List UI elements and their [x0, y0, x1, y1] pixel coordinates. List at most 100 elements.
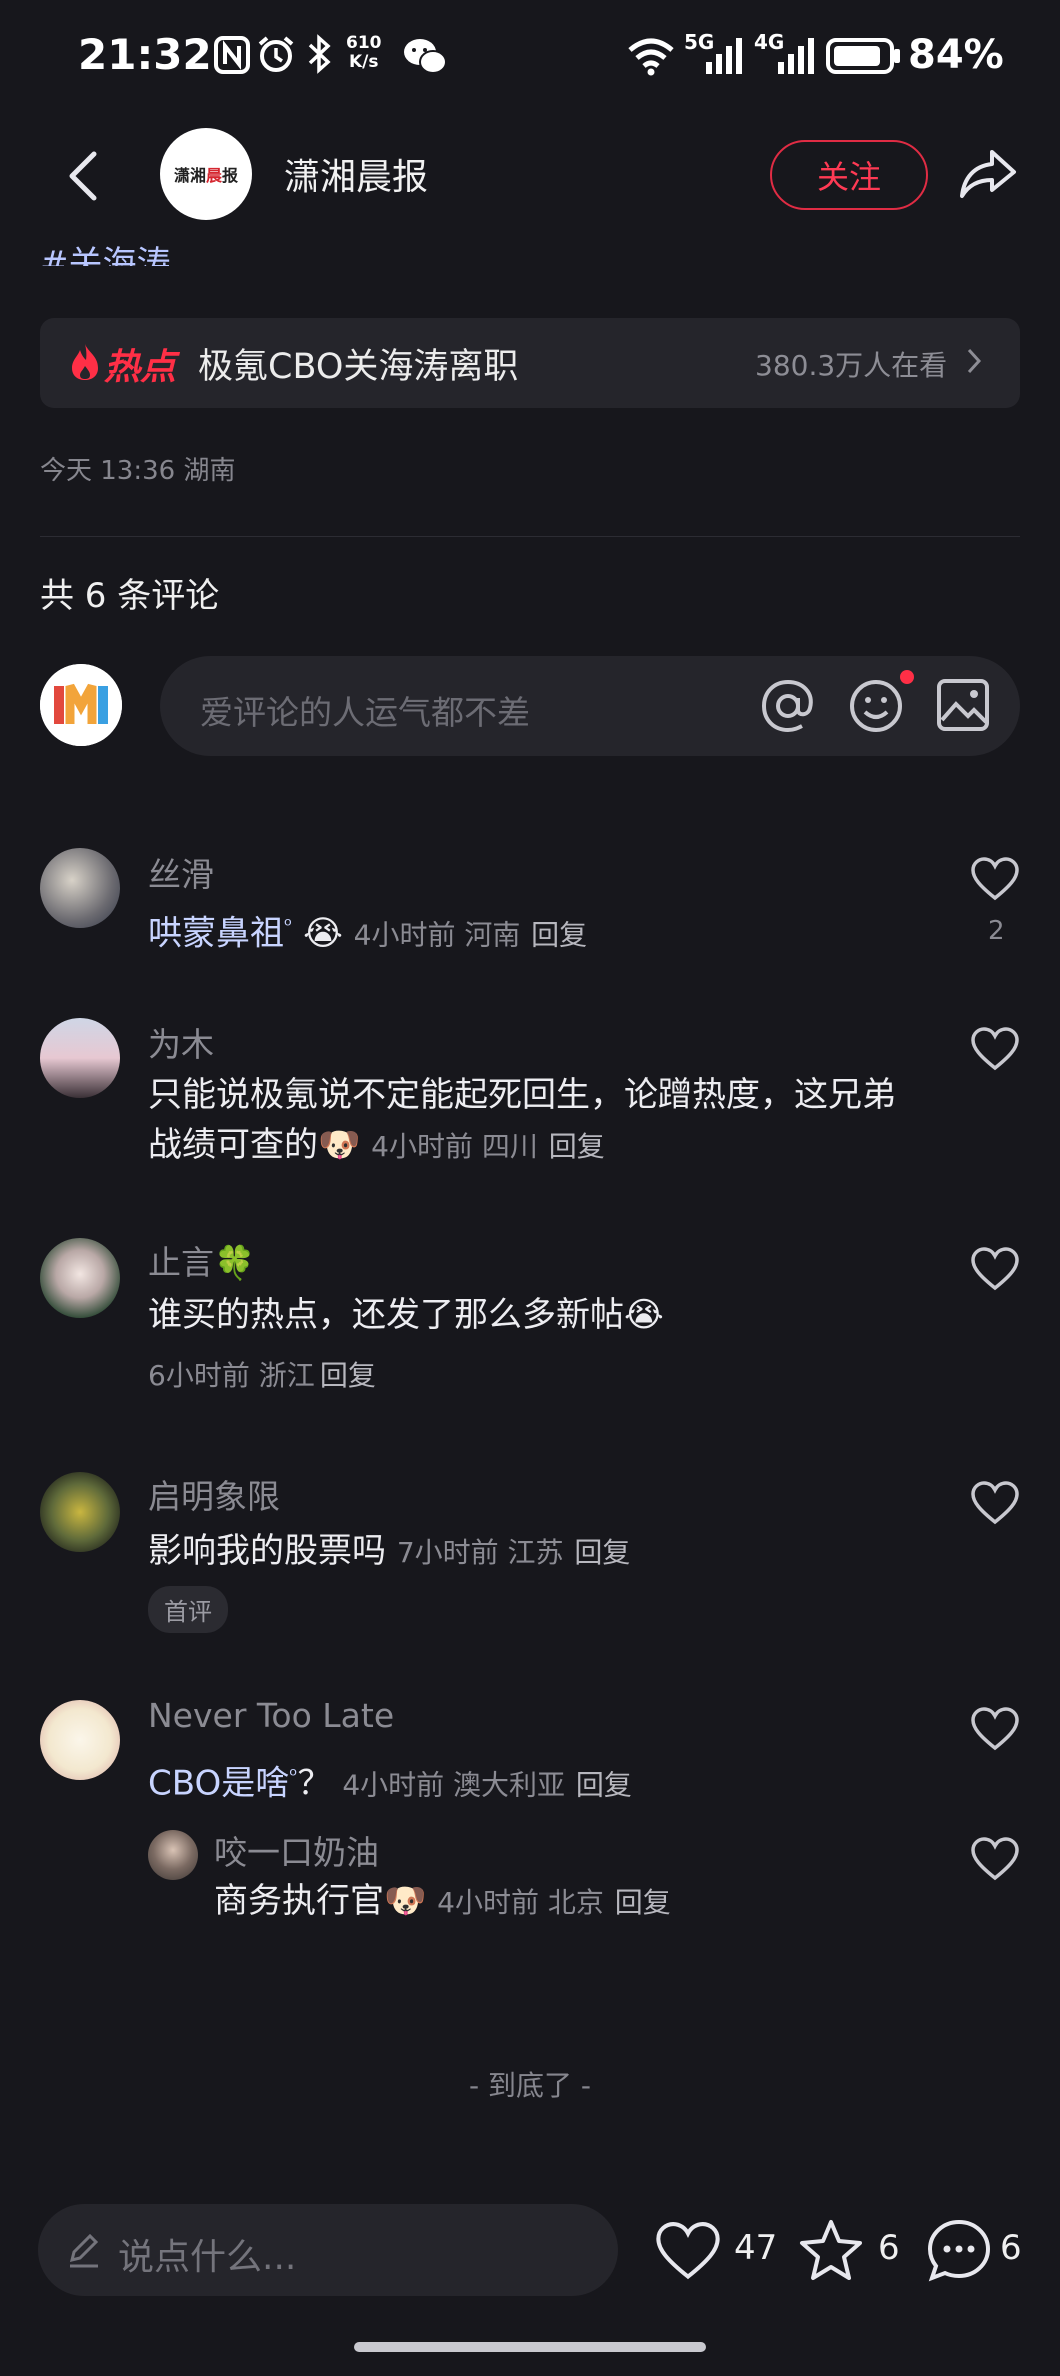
comment-text: 影响我的股票吗 7小时前 江苏 回复	[148, 1526, 630, 1578]
alarm-icon	[258, 36, 294, 72]
heart-icon[interactable]	[970, 856, 1020, 902]
home-indicator[interactable]	[354, 2342, 706, 2352]
comment-author[interactable]: 为木	[148, 1018, 214, 1066]
chevron-right-icon	[967, 348, 982, 374]
wifi-icon	[628, 38, 674, 76]
heart-icon[interactable]	[970, 1026, 1020, 1072]
logo-text-c: 报	[222, 166, 239, 185]
comment-meta-line: 6小时前 浙江 回复	[148, 1354, 376, 1394]
net-speed-unit: K/s	[348, 52, 379, 72]
comment-meta: 6小时前 浙江	[148, 1359, 315, 1392]
comment-like-count: 2	[988, 916, 1005, 946]
comment-avatar[interactable]	[40, 848, 120, 928]
reply-meta: 4小时前 北京	[437, 1886, 604, 1919]
emoji-icon[interactable]	[848, 678, 904, 734]
net-speed: 610 K/s	[346, 34, 382, 72]
search-link[interactable]: 哄蒙鼻祖	[148, 913, 284, 953]
pen-icon	[69, 2233, 99, 2268]
comment-body: 影响我的股票吗	[148, 1531, 386, 1571]
my-avatar[interactable]	[40, 664, 122, 746]
account-avatar[interactable]: 潇湘 晨 报	[160, 128, 252, 220]
comment-meta: 4小时前 澳大利亚	[342, 1768, 566, 1802]
notification-dot	[900, 670, 914, 684]
clover-emoji-icon: 🍀	[214, 1243, 256, 1282]
comment-author[interactable]: Never Too Late	[148, 1696, 394, 1735]
bluetooth-icon	[308, 34, 331, 74]
back-icon[interactable]	[60, 148, 108, 204]
battery-percent: 84%	[908, 32, 1004, 78]
author-name: 止言	[148, 1243, 214, 1282]
end-of-list: - 到底了 -	[468, 2069, 591, 2102]
dog-emoji-icon: 🐶	[384, 1881, 427, 1921]
comment-avatar[interactable]	[40, 1238, 120, 1318]
heart-icon[interactable]	[970, 1246, 1020, 1292]
like-count: 47	[734, 2228, 778, 2268]
search-link[interactable]: CBO是啥	[148, 1763, 289, 1803]
status-bar: 21:32 610 K/s 5G 4G 84%	[0, 0, 1060, 110]
search-link-icon[interactable]: ᵒ	[289, 1763, 297, 1787]
signal-4g-icon	[778, 38, 814, 74]
heart-icon[interactable]	[970, 1706, 1020, 1752]
comment-text: 哄蒙鼻祖ᵒ 😭 4小时前 河南 回复	[148, 900, 587, 960]
comment-suffix: ？	[297, 1763, 332, 1804]
comment-count: 共 6 条评论	[40, 576, 220, 616]
wechat-icon	[404, 39, 447, 74]
comment-input-placeholder: 爱评论的人运气都不差	[200, 693, 530, 732]
comment-author[interactable]: 止言🍀	[148, 1236, 255, 1284]
heart-icon[interactable]	[970, 1836, 1020, 1882]
net-speed-value: 610	[346, 33, 382, 53]
logo-text-a: 潇湘	[173, 166, 206, 185]
fire-icon	[72, 344, 98, 380]
signal-5g-icon	[706, 38, 742, 74]
comment-total: 6	[1000, 2228, 1022, 2268]
reply-button[interactable]: 回复	[615, 1886, 671, 1919]
favorite-count: 6	[878, 2228, 900, 2268]
reply-button[interactable]: 回复	[320, 1359, 376, 1392]
like-icon[interactable]	[654, 2220, 722, 2282]
first-comment-badge: 首评	[148, 1586, 228, 1633]
comment-text: 谁买的热点，还发了那么多新帖😭	[148, 1290, 664, 1340]
nfc-icon	[214, 36, 250, 74]
battery-icon	[826, 38, 900, 74]
comment-meta: 4小时前 四川	[371, 1130, 538, 1163]
comment-avatar[interactable]	[40, 1018, 120, 1098]
reply-button[interactable]: 回复	[576, 1768, 632, 1801]
comment-author[interactable]: 丝滑	[148, 848, 214, 896]
image-icon[interactable]	[936, 678, 990, 732]
comment-meta: 4小时前 河南	[353, 918, 521, 952]
comment-meta: 7小时前 江苏	[396, 1536, 564, 1569]
comment-author[interactable]: 启明象限	[148, 1470, 280, 1518]
status-time: 21:32	[78, 30, 212, 79]
follow-button[interactable]: 关注	[770, 140, 928, 210]
at-mention-icon[interactable]	[760, 678, 816, 734]
say-something-placeholder: 说点什么...	[118, 2237, 297, 2278]
crying-emoji-icon: 😭	[624, 1295, 664, 1335]
reply-author[interactable]: 咬一口奶油	[214, 1826, 379, 1874]
comment-text: 只能说极氪说不定能起死回生，论蹭热度，这兄弟战绩可查的🐶 4小时前 四川 回复	[148, 1070, 928, 1172]
star-icon[interactable]	[796, 2216, 866, 2286]
reply-button[interactable]: 回复	[549, 1130, 605, 1163]
comment-avatar[interactable]	[40, 1472, 120, 1552]
hot-topic-title: 极氪CBO关海涛离职	[198, 347, 519, 387]
dog-emoji-icon: 🐶	[318, 1125, 361, 1165]
reply-body: 商务执行官	[214, 1881, 384, 1921]
reply-avatar[interactable]	[148, 1830, 198, 1880]
divider	[40, 536, 1020, 537]
search-link-icon[interactable]: ᵒ	[284, 913, 292, 937]
account-name[interactable]: 潇湘晨报	[284, 148, 428, 200]
hot-label: 热点	[104, 347, 177, 388]
comment-text: CBO是啥ᵒ？ 4小时前 澳大利亚 回复	[148, 1750, 632, 1810]
heart-icon[interactable]	[970, 1480, 1020, 1526]
hashtag-link[interactable]: #关海涛	[40, 236, 171, 266]
crying-emoji-icon: 😭	[303, 913, 343, 954]
reply-button[interactable]: 回复	[531, 918, 587, 951]
share-icon[interactable]	[958, 146, 1018, 202]
post-date-location: 今天 13:36 湖南	[40, 456, 236, 486]
hot-topic-viewers: 380.3万人在看	[755, 349, 948, 382]
reply-text: 商务执行官🐶 4小时前 北京 回复	[214, 1876, 671, 1928]
logo-text-b: 晨	[205, 166, 222, 185]
comment-bubble-icon[interactable]	[924, 2216, 994, 2286]
reply-button[interactable]: 回复	[574, 1536, 630, 1569]
comment-avatar[interactable]	[40, 1700, 120, 1780]
comment-body: 谁买的热点，还发了那么多新帖	[148, 1295, 624, 1335]
